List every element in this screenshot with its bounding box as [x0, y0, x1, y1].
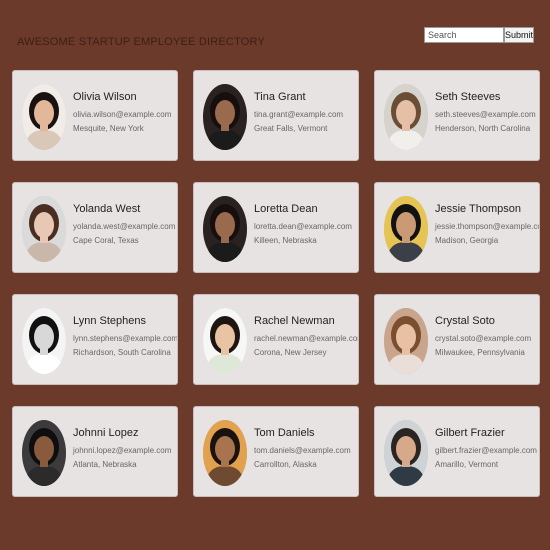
avatar-photo: [22, 84, 66, 150]
employee-card[interactable]: Johnni Lopez johnni.lopez@example.com At…: [12, 406, 178, 497]
employee-location: Mesquite, New York: [73, 124, 144, 133]
avatar-photo: [22, 196, 66, 262]
employee-info: Gilbert Frazier gilbert.frazier@example.…: [435, 427, 537, 469]
avatar: [22, 420, 66, 486]
avatar-photo: [203, 420, 247, 486]
employee-location: Carrollton, Alaska: [254, 460, 317, 469]
employee-location: Amarillo, Vermont: [435, 460, 499, 469]
employee-info: Olivia Wilson olivia.wilson@example.com …: [73, 91, 173, 133]
employee-card[interactable]: Lynn Stephens lynn.stephens@example.com …: [12, 294, 178, 385]
employee-info: Johnni Lopez johnni.lopez@example.com At…: [73, 427, 173, 469]
avatar: [384, 196, 428, 262]
employee-info: Tina Grant tina.grant@example.com Great …: [254, 91, 354, 133]
avatar: [384, 420, 428, 486]
employee-info: Rachel Newman rachel.newman@example.com …: [254, 315, 359, 357]
employee-email: jessie.thompson@example.com: [435, 222, 540, 231]
avatar-photo: [203, 196, 247, 262]
avatar: [22, 308, 66, 374]
avatar: [203, 84, 247, 150]
employee-email: seth.steeves@example.com: [435, 110, 536, 119]
avatar-photo: [203, 308, 247, 374]
employee-location: Atlanta, Nebraska: [73, 460, 137, 469]
employee-location: Cape Coral, Texas: [73, 236, 139, 245]
employee-card[interactable]: Tina Grant tina.grant@example.com Great …: [193, 70, 359, 161]
employee-location: Richardson, South Carolina: [73, 348, 171, 357]
employee-card[interactable]: Jessie Thompson jessie.thompson@example.…: [374, 182, 540, 273]
avatar-photo: [22, 420, 66, 486]
employee-email: tom.daniels@example.com: [254, 446, 351, 455]
employee-name: Tom Daniels: [254, 427, 315, 439]
employee-location: Killeen, Nebraska: [254, 236, 317, 245]
employee-name: Olivia Wilson: [73, 91, 137, 103]
employee-location: Madison, Georgia: [435, 236, 499, 245]
employee-name: Tina Grant: [254, 91, 306, 103]
employee-name: Seth Steeves: [435, 91, 501, 103]
employee-email: tina.grant@example.com: [254, 110, 344, 119]
employee-name: Rachel Newman: [254, 315, 335, 327]
avatar-photo: [384, 84, 428, 150]
employee-email: rachel.newman@example.com: [254, 334, 359, 343]
employee-info: Tom Daniels tom.daniels@example.com Carr…: [254, 427, 354, 469]
employee-email: johnni.lopez@example.com: [73, 446, 172, 455]
employee-info: Crystal Soto crystal.soto@example.com Mi…: [435, 315, 535, 357]
employee-name: Yolanda West: [73, 203, 141, 215]
avatar: [203, 420, 247, 486]
employee-info: Loretta Dean loretta.dean@example.com Ki…: [254, 203, 354, 245]
avatar: [384, 308, 428, 374]
employee-name: Gilbert Frazier: [435, 427, 505, 439]
avatar-photo: [384, 420, 428, 486]
search-input[interactable]: [424, 27, 504, 43]
employee-card[interactable]: Gilbert Frazier gilbert.frazier@example.…: [374, 406, 540, 497]
employee-name: Jessie Thompson: [435, 203, 522, 215]
avatar: [22, 196, 66, 262]
page-header: Awesome Startup Employee Directory Submi…: [0, 0, 550, 60]
employee-email: crystal.soto@example.com: [435, 334, 532, 343]
employee-email: lynn.stephens@example.com: [73, 334, 178, 343]
employee-card[interactable]: Loretta Dean loretta.dean@example.com Ki…: [193, 182, 359, 273]
page-title: Awesome Startup Employee Directory: [17, 36, 266, 48]
employee-info: Jessie Thompson jessie.thompson@example.…: [435, 203, 540, 245]
employee-location: Milwaukee, Pennsylvania: [435, 348, 525, 357]
employee-email: gilbert.frazier@example.com: [435, 446, 537, 455]
employee-card[interactable]: Crystal Soto crystal.soto@example.com Mi…: [374, 294, 540, 385]
employee-email: olivia.wilson@example.com: [73, 110, 172, 119]
avatar-photo: [384, 196, 428, 262]
employee-location: Corona, New Jersey: [254, 348, 327, 357]
avatar-photo: [22, 308, 66, 374]
employee-name: Lynn Stephens: [73, 315, 146, 327]
avatar-photo: [384, 308, 428, 374]
avatar: [203, 308, 247, 374]
submit-button[interactable]: Submit: [504, 27, 534, 43]
employee-card[interactable]: Tom Daniels tom.daniels@example.com Carr…: [193, 406, 359, 497]
employee-card[interactable]: Rachel Newman rachel.newman@example.com …: [193, 294, 359, 385]
employee-email: yolanda.west@example.com: [73, 222, 176, 231]
employee-name: Johnni Lopez: [73, 427, 139, 439]
employee-info: Seth Steeves seth.steeves@example.com He…: [435, 91, 536, 133]
employee-info: Lynn Stephens lynn.stephens@example.com …: [73, 315, 178, 357]
employee-location: Henderson, North Carolina: [435, 124, 531, 133]
employee-grid: Olivia Wilson olivia.wilson@example.com …: [12, 70, 540, 497]
avatar: [22, 84, 66, 150]
employee-location: Great Falls, Vermont: [254, 124, 328, 133]
avatar: [203, 196, 247, 262]
employee-email: loretta.dean@example.com: [254, 222, 352, 231]
search-form: Submit: [424, 27, 534, 43]
employee-card[interactable]: Seth Steeves seth.steeves@example.com He…: [374, 70, 540, 161]
employee-card[interactable]: Olivia Wilson olivia.wilson@example.com …: [12, 70, 178, 161]
employee-card[interactable]: Yolanda West yolanda.west@example.com Ca…: [12, 182, 178, 273]
employee-name: Loretta Dean: [254, 203, 318, 215]
employee-info: Yolanda West yolanda.west@example.com Ca…: [73, 203, 176, 245]
avatar: [384, 84, 428, 150]
employee-name: Crystal Soto: [435, 315, 495, 327]
avatar-photo: [203, 84, 247, 150]
